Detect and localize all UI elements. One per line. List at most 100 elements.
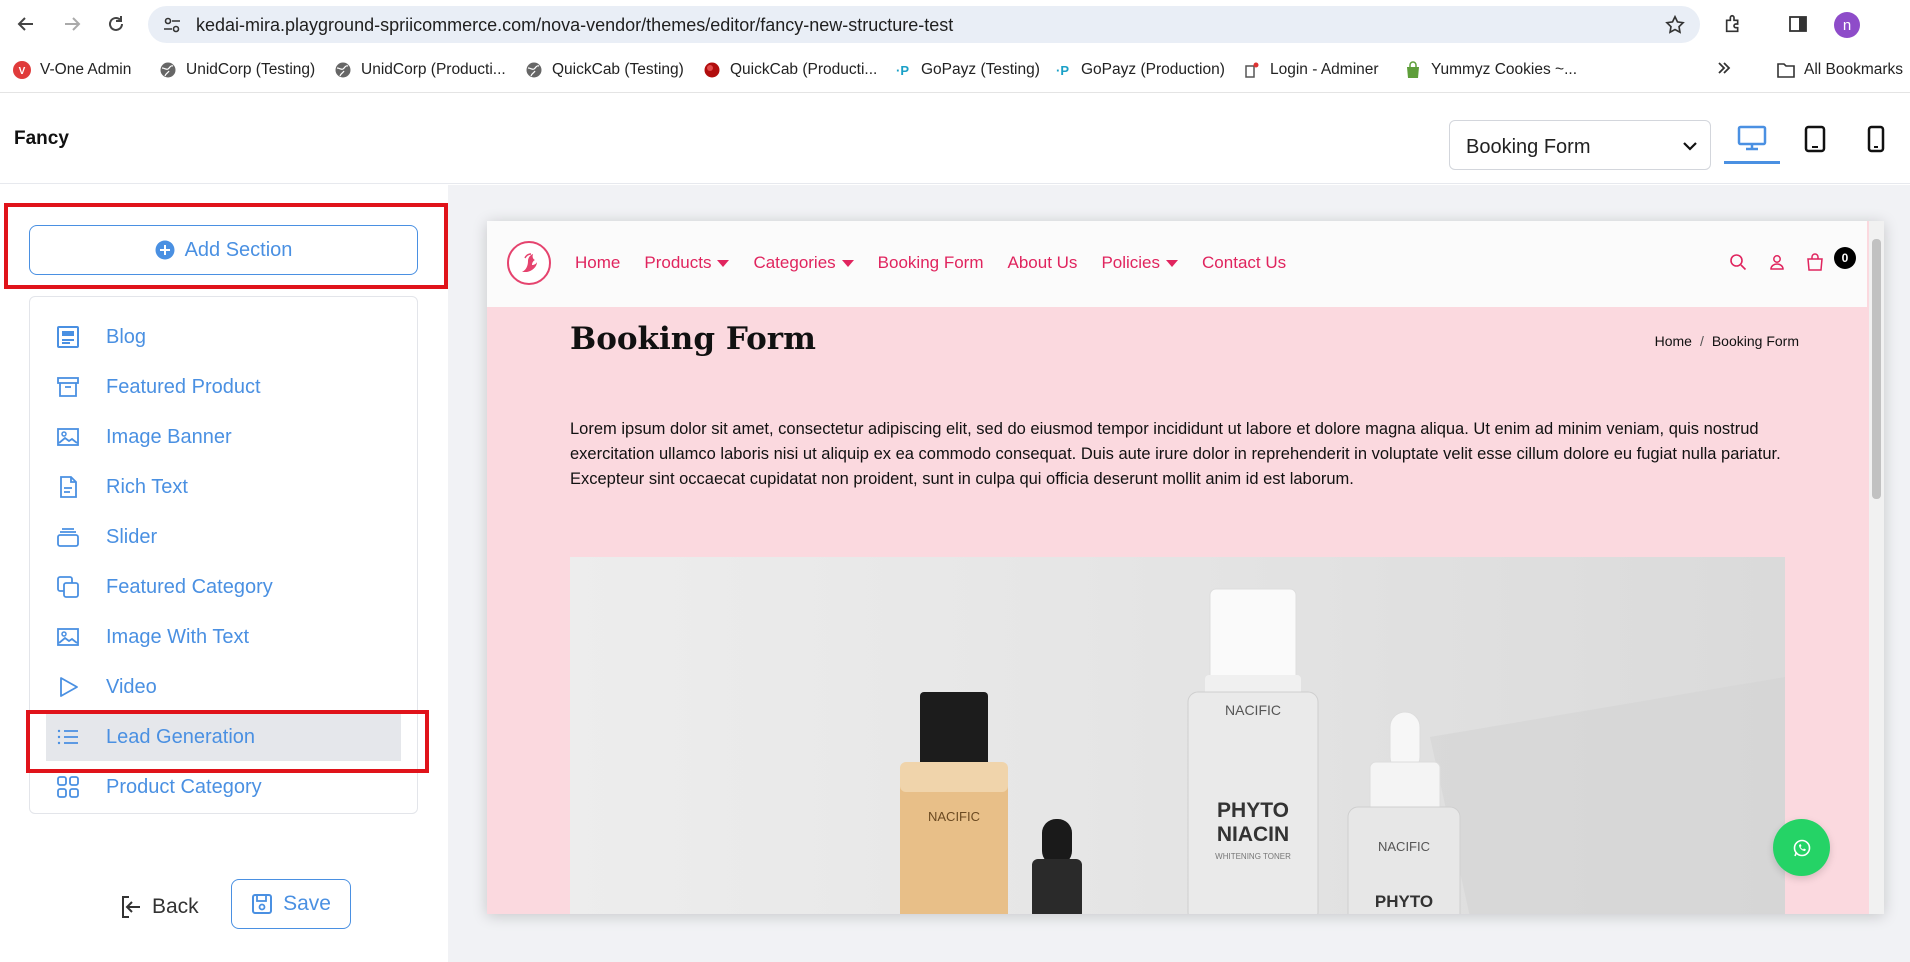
back-arrow-icon[interactable] bbox=[12, 10, 40, 38]
blog-icon bbox=[56, 325, 80, 349]
page-select[interactable]: Booking Form bbox=[1449, 120, 1711, 170]
tablet-view-button[interactable] bbox=[1787, 114, 1843, 164]
breadcrumb-home[interactable]: Home bbox=[1655, 333, 1692, 349]
nav-about-us[interactable]: About Us bbox=[1008, 253, 1078, 273]
breadcrumb: Home / Booking Form bbox=[1654, 333, 1799, 349]
phoenix-logo-icon bbox=[522, 253, 537, 272]
more-bookmarks-chevron-icon[interactable] bbox=[1716, 60, 1732, 76]
scrollbar-thumb[interactable] bbox=[1872, 239, 1881, 499]
caret-down-icon bbox=[1166, 259, 1179, 267]
page-heading: Booking Form bbox=[570, 321, 816, 357]
archive-icon bbox=[56, 375, 80, 399]
back-button[interactable]: Back bbox=[118, 883, 199, 931]
copy-icon bbox=[56, 575, 80, 599]
product-photo: NACIFIC NACIFIC PHYTO NIACIN WHITENING T… bbox=[570, 557, 1785, 914]
reload-icon[interactable] bbox=[102, 10, 130, 38]
bookmark-item[interactable]: QuickCab (Testing) bbox=[524, 60, 684, 80]
menu-item-image-with-text[interactable]: Image With Text bbox=[46, 613, 401, 661]
menu-item-label: Image Banner bbox=[106, 425, 232, 448]
menu-item-blog[interactable]: Blog bbox=[46, 313, 401, 361]
bookmark-item[interactable]: V V-One Admin bbox=[12, 60, 131, 80]
folder-icon bbox=[1776, 60, 1796, 80]
image-icon bbox=[56, 625, 80, 649]
side-panel-icon[interactable] bbox=[1784, 10, 1812, 38]
bottle-label: WHITENING TONER bbox=[1215, 852, 1291, 861]
svg-text:V: V bbox=[19, 66, 26, 77]
whatsapp-button[interactable] bbox=[1773, 819, 1830, 876]
menu-item-video[interactable]: Video bbox=[46, 663, 401, 711]
menu-item-label: Video bbox=[106, 675, 157, 698]
site-nav-links: Home Products Categories Booking Form Ab… bbox=[575, 253, 1286, 273]
grid-icon bbox=[56, 775, 80, 799]
rich-text-body: Lorem ipsum dolor sit amet, consectetur … bbox=[570, 420, 1781, 488]
bookmarks-bar: V V-One Admin UnidCorp (Testing) UnidCor… bbox=[0, 48, 1910, 93]
preview-scrollbar[interactable] bbox=[1869, 221, 1884, 914]
menu-item-label: Featured Product bbox=[106, 375, 261, 398]
site-settings-icon[interactable] bbox=[162, 15, 182, 35]
mobile-icon bbox=[1867, 125, 1885, 153]
whatsapp-icon bbox=[1792, 838, 1812, 858]
menu-item-image-banner[interactable]: Image Banner bbox=[46, 413, 401, 461]
menu-item-label: Image With Text bbox=[106, 625, 250, 648]
v-one-logo-icon: V bbox=[12, 60, 32, 80]
nav-home[interactable]: Home bbox=[575, 253, 620, 273]
bookmark-item[interactable]: UnidCorp (Testing) bbox=[158, 60, 315, 80]
gopayz-logo-icon: ·P bbox=[1053, 60, 1073, 80]
bookmark-item[interactable]: ·P GoPayz (Production) bbox=[1053, 60, 1225, 80]
bookmark-item[interactable]: ·P GoPayz (Testing) bbox=[893, 60, 1040, 80]
menu-item-label: Blog bbox=[106, 325, 147, 348]
bookmark-item[interactable]: UnidCorp (Producti... bbox=[333, 60, 506, 80]
sections-sidebar: Add Section Blog Featured Product Image … bbox=[0, 185, 448, 962]
cart-count-badge: 0 bbox=[1834, 247, 1856, 269]
nav-contact-us[interactable]: Contact Us bbox=[1202, 253, 1286, 273]
bookmark-item[interactable]: Login - Adminer bbox=[1242, 60, 1379, 80]
editor-header: Fancy Booking Form bbox=[0, 94, 1910, 184]
bookmark-item[interactable]: Yummyz Cookies ~... bbox=[1403, 60, 1577, 80]
nav-booking-form[interactable]: Booking Form bbox=[878, 253, 984, 273]
bottle-label: NIACIN bbox=[1217, 823, 1289, 846]
site-preview: Home Products Categories Booking Form Ab… bbox=[487, 221, 1884, 914]
bottle-label: PHYTO bbox=[1375, 892, 1433, 911]
desktop-view-button[interactable] bbox=[1724, 114, 1780, 164]
nav-policies[interactable]: Policies bbox=[1101, 253, 1179, 273]
nav-products[interactable]: Products bbox=[644, 253, 730, 273]
back-label: Back bbox=[152, 895, 199, 918]
extensions-icon[interactable] bbox=[1720, 10, 1748, 38]
menu-item-featured-product[interactable]: Featured Product bbox=[46, 363, 401, 411]
menu-item-featured-category[interactable]: Featured Category bbox=[46, 563, 401, 611]
search-icon[interactable] bbox=[1729, 253, 1747, 271]
globe-icon bbox=[524, 60, 544, 80]
shopping-bag-icon[interactable] bbox=[1806, 253, 1824, 271]
highlight-box bbox=[26, 710, 429, 773]
profile-avatar[interactable]: n bbox=[1834, 12, 1860, 38]
menu-item-slider[interactable]: Slider bbox=[46, 513, 401, 561]
document-icon bbox=[56, 475, 80, 499]
bottle-label: NACIFIC bbox=[1225, 702, 1281, 718]
mobile-view-button[interactable] bbox=[1848, 114, 1904, 164]
page-select-value: Booking Form bbox=[1466, 136, 1591, 158]
bookmark-item[interactable]: QuickCab (Producti... bbox=[702, 60, 877, 80]
save-button[interactable]: Save bbox=[231, 879, 351, 929]
svg-text:·P: ·P bbox=[1056, 63, 1069, 78]
tablet-icon bbox=[1804, 125, 1826, 153]
image-icon bbox=[56, 425, 80, 449]
save-label: Save bbox=[283, 892, 331, 915]
breadcrumb-current: Booking Form bbox=[1711, 333, 1799, 349]
bookmark-star-icon[interactable] bbox=[1664, 14, 1686, 36]
site-logo[interactable] bbox=[507, 241, 551, 285]
bottle-label: PHYTO bbox=[1217, 799, 1289, 822]
nav-categories[interactable]: Categories bbox=[753, 253, 854, 273]
gopayz-logo-icon: ·P bbox=[893, 60, 913, 80]
menu-item-rich-text[interactable]: Rich Text bbox=[46, 463, 401, 511]
forward-arrow-icon[interactable] bbox=[58, 10, 86, 38]
address-bar[interactable]: kedai-mira.playground-spriicommerce.com/… bbox=[148, 6, 1700, 43]
caret-down-icon bbox=[841, 259, 854, 267]
desktop-icon bbox=[1737, 125, 1767, 151]
all-bookmarks-folder[interactable]: All Bookmarks bbox=[1776, 60, 1903, 80]
user-icon[interactable] bbox=[1769, 253, 1785, 271]
add-section-button[interactable]: Add Section bbox=[29, 225, 418, 275]
floppy-disk-icon bbox=[251, 893, 273, 915]
adminer-icon bbox=[1242, 60, 1262, 80]
shopify-bag-icon bbox=[1403, 60, 1423, 80]
menu-item-label: Product Category bbox=[106, 775, 262, 798]
